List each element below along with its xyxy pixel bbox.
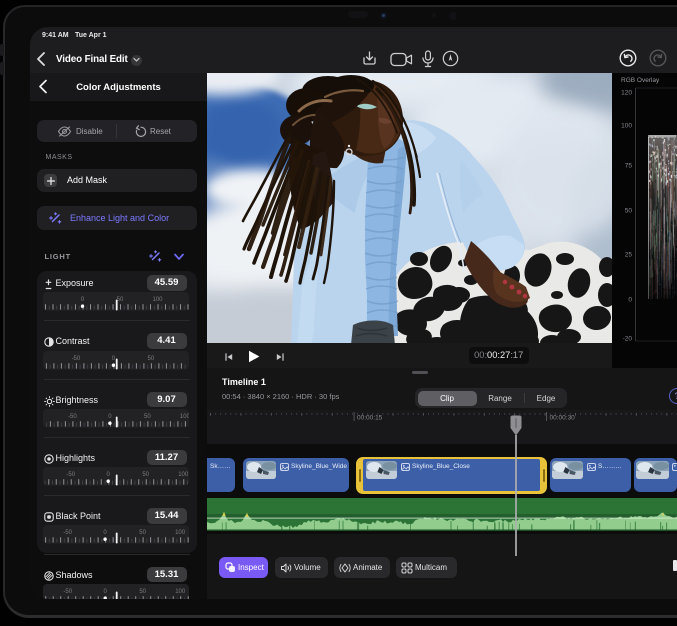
svg-text:120: 120	[621, 90, 632, 97]
svg-text:00:00:15: 00:00:15	[357, 415, 383, 422]
svg-text:RGB Overlay: RGB Overlay	[621, 77, 660, 84]
svg-text:-50: -50	[63, 531, 72, 537]
svg-text:00:00:30: 00:00:30	[550, 415, 576, 422]
svg-text:50: 50	[625, 208, 633, 215]
svg-text:100: 100	[175, 589, 186, 595]
svg-text:100: 100	[152, 297, 163, 303]
svg-text:0: 0	[628, 297, 632, 304]
svg-text:-50: -50	[63, 589, 72, 595]
svg-text:100: 100	[178, 472, 189, 478]
svg-text:50: 50	[144, 414, 151, 420]
svg-text:-50: -50	[71, 356, 80, 362]
svg-text:100: 100	[621, 123, 632, 130]
svg-text:-50: -50	[66, 472, 75, 478]
svg-text:100: 100	[175, 531, 186, 537]
svg-text:100: 100	[179, 414, 188, 420]
svg-text:50: 50	[139, 589, 146, 595]
svg-text:25: 25	[625, 252, 633, 259]
svg-text:50: 50	[116, 297, 123, 303]
svg-text:50: 50	[147, 356, 154, 362]
svg-text:50: 50	[142, 472, 149, 478]
svg-text:50: 50	[139, 531, 146, 537]
svg-text:-50: -50	[68, 414, 77, 420]
svg-text:75: 75	[625, 163, 633, 170]
svg-text:-20: -20	[623, 336, 633, 343]
